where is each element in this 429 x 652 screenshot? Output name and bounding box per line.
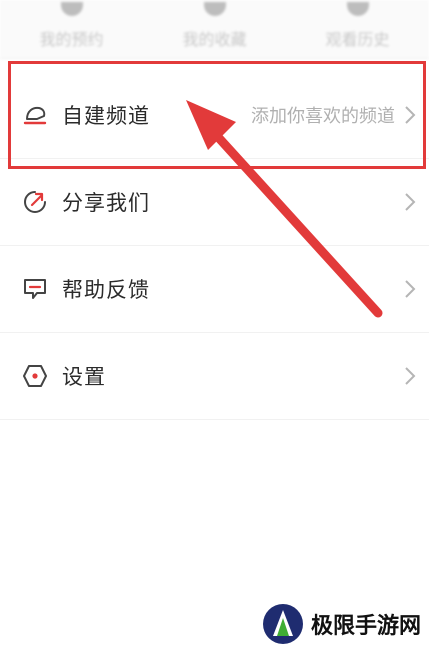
settings-icon — [20, 361, 50, 391]
chevron-right-icon — [399, 365, 421, 387]
share-icon — [20, 187, 50, 217]
menu-item-label: 分享我们 — [62, 191, 150, 215]
history-icon — [346, 2, 369, 16]
quick-action-label: 观看历史 — [325, 30, 390, 49]
menu-item-label: 设置 — [62, 365, 106, 389]
quick-action-label: 我的预约 — [39, 30, 104, 49]
channel-icon — [20, 100, 50, 130]
settings-menu-list: 自建频道 添加你喜欢的频道 分享我们 帮助反馈 设置 — [0, 72, 429, 420]
menu-item-help-feedback[interactable]: 帮助反馈 — [0, 246, 429, 333]
quick-action-label: 我的收藏 — [182, 30, 247, 49]
watermark: 极限手游网 — [261, 602, 421, 646]
chevron-right-icon — [399, 104, 421, 126]
menu-item-label: 自建频道 — [62, 104, 150, 128]
quick-action-favorites[interactable]: 我的收藏 — [155, 2, 275, 50]
chevron-right-icon — [399, 278, 421, 300]
chevron-right-icon — [399, 191, 421, 213]
quick-action-bar: 我的预约 我的收藏 观看历史 — [0, 0, 429, 59]
menu-item-hint: 添加你喜欢的频道 — [251, 106, 395, 127]
reservation-icon — [60, 2, 83, 16]
watermark-text: 极限手游网 — [310, 613, 421, 639]
quick-action-reservations[interactable]: 我的预约 — [12, 2, 132, 50]
menu-item-label: 帮助反馈 — [62, 278, 150, 302]
menu-item-settings[interactable]: 设置 — [0, 333, 429, 420]
menu-item-share[interactable]: 分享我们 — [0, 159, 429, 246]
quick-action-history[interactable]: 观看历史 — [298, 2, 418, 50]
feedback-icon — [20, 274, 50, 304]
menu-item-custom-channel[interactable]: 自建频道 添加你喜欢的频道 — [0, 72, 429, 159]
favorites-icon — [203, 2, 226, 16]
watermark-logo-icon — [261, 602, 305, 646]
